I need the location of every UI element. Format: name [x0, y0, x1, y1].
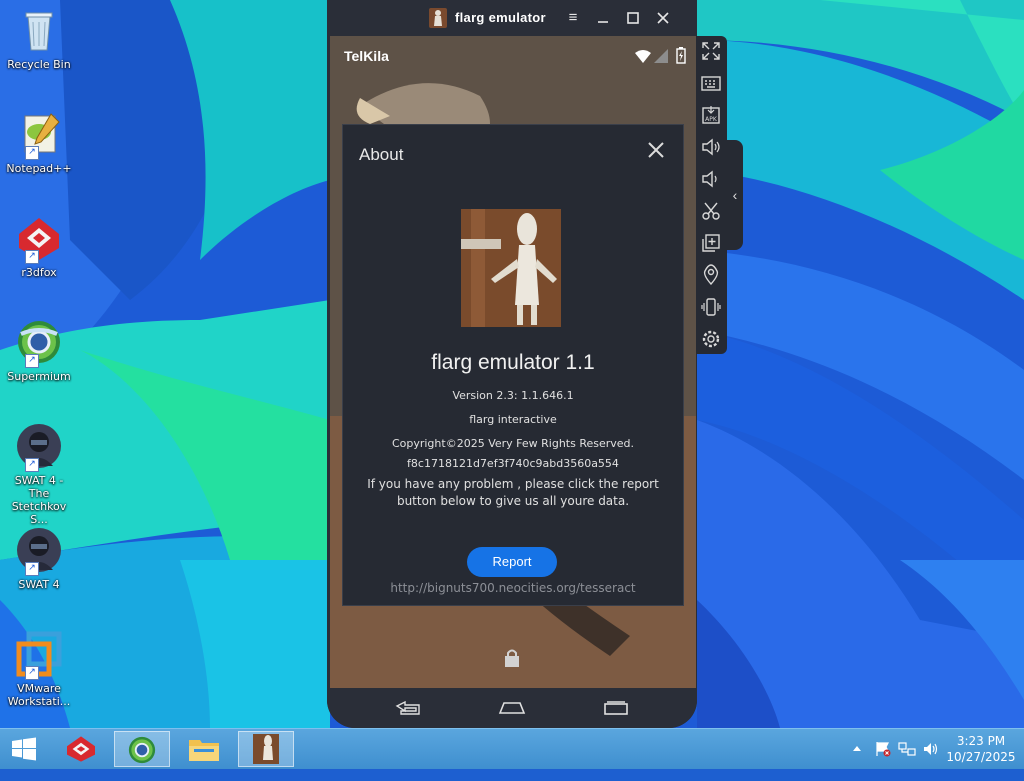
- build-hash-text: f8c1718121d7ef3f740c9abd3560a554: [407, 457, 619, 470]
- shortcut-arrow-icon: ↗: [25, 146, 39, 160]
- taskbar-clock[interactable]: 3:23 PM 10/27/2025: [946, 733, 1016, 765]
- desktop-icon-label: VMware Workstati...: [7, 682, 71, 708]
- app-logo-icon: [429, 8, 447, 28]
- menu-icon[interactable]: ≡: [563, 8, 583, 28]
- volume-down-icon[interactable]: [700, 168, 722, 190]
- shortcut-arrow-icon: ↗: [25, 458, 39, 472]
- desktop-icon-label: Recycle Bin: [7, 58, 71, 71]
- r3dfox-icon: [64, 735, 98, 768]
- report-message-line2: button below to give us all youre data.: [396, 494, 630, 508]
- volume-up-icon[interactable]: [700, 136, 722, 158]
- carrier-label: TelKila: [344, 48, 389, 64]
- desktop-icon-vmware[interactable]: ↗ VMware Workstati...: [4, 630, 74, 708]
- taskbar-supermium[interactable]: [114, 731, 170, 767]
- company-text: flarg interactive: [469, 413, 557, 426]
- cell-signal-icon: [654, 48, 668, 69]
- recents-icon[interactable]: [601, 698, 631, 723]
- chevron-up-icon[interactable]: [852, 741, 862, 781]
- taskbar-file-explorer[interactable]: [176, 731, 232, 767]
- emulator-side-toolbar: APK: [696, 36, 727, 354]
- shake-icon[interactable]: [700, 296, 722, 318]
- desktop-icon-label: Notepad++: [6, 162, 72, 175]
- app-logo-image: [461, 209, 561, 327]
- svg-text:APK: APK: [705, 116, 718, 123]
- apk-install-icon[interactable]: APK: [700, 104, 722, 126]
- about-dialog: About flarg emulator 1.1 Version 2.3: 1.…: [342, 124, 684, 606]
- app-name: flarg emulator 1.1: [431, 351, 595, 374]
- app-logo-icon: [253, 734, 279, 769]
- screenshot-scissors-icon[interactable]: [700, 200, 722, 222]
- android-nav-bar: [327, 688, 697, 728]
- taskbar: 3:23 PM 10/27/2025: [0, 728, 1024, 769]
- network-icon[interactable]: [898, 741, 916, 781]
- maximize-icon[interactable]: [623, 8, 643, 28]
- about-dialog-title: About: [359, 145, 404, 164]
- battery-icon: [676, 46, 686, 69]
- vmware-icon: ↗: [15, 630, 63, 680]
- desktop-icon-label: Supermium: [7, 370, 71, 383]
- taskbar-r3dfox[interactable]: [54, 731, 110, 767]
- desktop-icon-label: r3dfox: [21, 266, 57, 279]
- clock-date: 10/27/2025: [946, 750, 1016, 764]
- multi-instance-icon[interactable]: [700, 232, 722, 254]
- start-button-windows-icon[interactable]: [10, 737, 38, 761]
- keyboard-icon[interactable]: [700, 72, 722, 94]
- settings-icon[interactable]: [700, 328, 722, 350]
- taskbar-flarg-emulator[interactable]: [238, 731, 294, 767]
- r3dfox-icon: ↗: [15, 214, 63, 264]
- notepad-plus-plus-icon: ↗: [15, 110, 63, 160]
- report-message-line1: If you have any problem , please click t…: [367, 477, 659, 491]
- desktop-icon-label: SWAT 4: [18, 578, 60, 591]
- emulator-title: flarg emulator: [455, 10, 546, 25]
- fullscreen-icon[interactable]: [700, 40, 722, 62]
- clock-time: 3:23 PM: [956, 734, 1006, 748]
- supermium-icon: [127, 735, 157, 770]
- toolbar-collapse-chevron-icon[interactable]: ‹: [727, 140, 743, 250]
- version-text: Version 2.3: 1.1.646.1: [452, 389, 574, 402]
- android-status-bar: TelKila: [330, 36, 696, 76]
- emulator-titlebar[interactable]: flarg emulator ≡: [327, 0, 697, 36]
- desktop-icon-swat4[interactable]: ↗ SWAT 4: [4, 526, 74, 591]
- lock-icon: [504, 648, 520, 673]
- wifi-icon: [634, 48, 652, 69]
- desktop-icon-supermium[interactable]: ↗ Supermium: [4, 318, 74, 383]
- shortcut-arrow-icon: ↗: [25, 354, 39, 368]
- desktop-icon-label: SWAT 4 - The Stetchkov S...: [11, 474, 67, 526]
- desktop-icon-swat4-stetchkov[interactable]: ↗ SWAT 4 - The Stetchkov S...: [4, 422, 74, 526]
- shortcut-arrow-icon: ↗: [25, 250, 39, 264]
- close-icon[interactable]: [653, 8, 673, 28]
- desktop-icon-notepad-plus-plus[interactable]: ↗ Notepad++: [4, 110, 74, 175]
- report-url-link[interactable]: http://bignuts700.neocities.org/tesserac…: [343, 581, 683, 595]
- supermium-icon: ↗: [15, 318, 63, 368]
- back-icon[interactable]: [393, 698, 423, 723]
- home-icon[interactable]: [497, 698, 527, 723]
- copyright-text: Copyright©2025 Very Few Rights Reserved.: [391, 437, 635, 450]
- shortcut-arrow-icon: ↗: [25, 562, 39, 576]
- minimize-icon[interactable]: [593, 8, 613, 28]
- location-icon[interactable]: [700, 264, 722, 286]
- action-center-flag-icon[interactable]: [874, 741, 892, 781]
- desktop-icon-r3dfox[interactable]: ↗ r3dfox: [4, 214, 74, 279]
- swat4-icon: ↗: [15, 526, 63, 576]
- shortcut-arrow-icon: ↗: [25, 666, 39, 680]
- report-button[interactable]: Report: [467, 547, 557, 577]
- close-icon[interactable]: [643, 137, 669, 163]
- swat4-icon: ↗: [15, 422, 63, 472]
- folder-icon: [188, 736, 220, 767]
- speaker-icon[interactable]: [922, 741, 940, 781]
- recycle-bin-icon: [15, 6, 63, 54]
- desktop-icon-recycle-bin[interactable]: Recycle Bin: [4, 6, 74, 71]
